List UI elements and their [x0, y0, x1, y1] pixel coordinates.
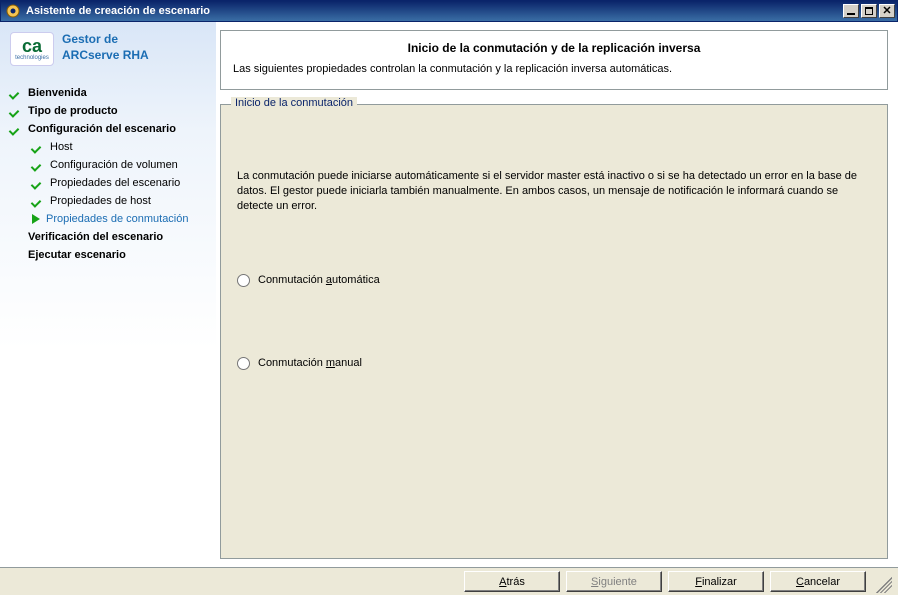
window-title: Asistente de creación de escenario [26, 5, 841, 17]
radio-manual-switchover[interactable] [237, 357, 250, 370]
nav-step-label: Propiedades de host [50, 195, 151, 207]
radio-auto-switchover-label[interactable]: Conmutación automática [258, 274, 380, 286]
groupbox-description: La conmutación puede iniciarse automátic… [237, 169, 871, 214]
check-icon [32, 141, 44, 153]
content-title: Inicio de la conmutación y de la replica… [233, 41, 875, 55]
blank-icon [10, 231, 22, 243]
cancel-button[interactable]: Cancelar [770, 571, 866, 592]
nav-step-label: Ejecutar escenario [28, 249, 126, 261]
check-icon [32, 195, 44, 207]
nav-step: Propiedades del escenario [10, 174, 208, 192]
nav-step-label: Bienvenida [28, 87, 87, 99]
nav-step: Tipo de producto [10, 102, 208, 120]
nav-step: Bienvenida [10, 84, 208, 102]
arrow-icon [32, 214, 40, 224]
check-icon [10, 123, 22, 135]
resize-grip[interactable] [876, 577, 892, 593]
wizard-nav: ca technologies Gestor de ARCserve RHA B… [0, 22, 216, 567]
nav-step: Propiedades de conmutación [10, 210, 208, 228]
minimize-button[interactable] [843, 4, 859, 18]
radio-auto-switchover-row: Conmutación automática [237, 274, 871, 287]
brand-text: Gestor de ARCserve RHA [62, 32, 149, 63]
nav-step-label: Tipo de producto [28, 105, 118, 117]
radio-manual-switchover-row: Conmutación manual [237, 357, 871, 370]
finish-button[interactable]: Finalizar [668, 571, 764, 592]
nav-step-label: Configuración del escenario [28, 123, 176, 135]
content-header: Inicio de la conmutación y de la replica… [220, 30, 888, 90]
wizard-footer: Atrás Siguiente Finalizar Cancelar [0, 567, 898, 595]
nav-step: Host [10, 138, 208, 156]
nav-step-label: Configuración de volumen [50, 159, 178, 171]
blank-icon [10, 249, 22, 261]
check-icon [32, 159, 44, 171]
nav-step: Propiedades de host [10, 192, 208, 210]
nav-step: Verificación del escenario [10, 228, 208, 246]
nav-step-label: Propiedades de conmutación [46, 213, 188, 225]
app-icon [5, 3, 21, 19]
radio-auto-switchover[interactable] [237, 274, 250, 287]
brand-block: ca technologies Gestor de ARCserve RHA [10, 32, 208, 66]
titlebar: Asistente de creación de escenario ✕ [0, 0, 898, 22]
groupbox-legend: Inicio de la conmutación [231, 97, 357, 109]
nav-step: Ejecutar escenario [10, 246, 208, 264]
wizard-content: Inicio de la conmutación y de la replica… [216, 22, 898, 567]
radio-manual-switchover-label[interactable]: Conmutación manual [258, 357, 362, 369]
back-button[interactable]: Atrás [464, 571, 560, 592]
close-button[interactable]: ✕ [879, 4, 895, 18]
nav-step: Configuración de volumen [10, 156, 208, 174]
nav-step-label: Verificación del escenario [28, 231, 163, 243]
check-icon [10, 87, 22, 99]
switchover-groupbox: Inicio de la conmutación La conmutación … [220, 104, 888, 559]
check-icon [10, 105, 22, 117]
nav-step: Configuración del escenario [10, 120, 208, 138]
nav-step-label: Propiedades del escenario [50, 177, 180, 189]
content-subtitle: Las siguientes propiedades controlan la … [233, 63, 875, 75]
check-icon [32, 177, 44, 189]
maximize-button[interactable] [861, 4, 877, 18]
nav-step-label: Host [50, 141, 73, 153]
brand-logo: ca technologies [10, 32, 54, 66]
next-button[interactable]: Siguiente [566, 571, 662, 592]
